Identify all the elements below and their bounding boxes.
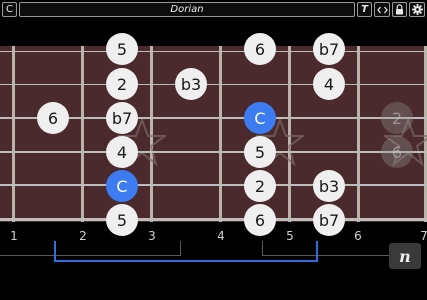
lock-icon: [396, 4, 403, 15]
note-marker[interactable]: 5: [106, 204, 138, 236]
fretboard-app: C Dorian T 5 6 b7 2 b3 4 6 b7 C 2 4 5 6 …: [0, 0, 427, 300]
note-marker[interactable]: 2: [244, 170, 276, 202]
code-button[interactable]: [374, 2, 390, 17]
note-marker[interactable]: b3: [313, 170, 345, 202]
range-tick: [262, 241, 263, 256]
note-marker[interactable]: 4: [106, 136, 138, 168]
note-marker[interactable]: 4: [313, 68, 345, 100]
scale-title-button[interactable]: Dorian: [19, 2, 355, 17]
range-tick: [180, 241, 181, 256]
range-end-handle[interactable]: [316, 241, 318, 262]
toolbar: C Dorian T: [0, 0, 427, 20]
note-marker[interactable]: b3: [175, 68, 207, 100]
note-marker[interactable]: b7: [313, 204, 345, 236]
string: [0, 151, 427, 153]
fret-number: 7: [420, 229, 427, 243]
fret-wire: [219, 46, 222, 222]
fret-number: 1: [10, 229, 18, 243]
note-marker[interactable]: 2: [106, 68, 138, 100]
string: [0, 184, 427, 186]
string: [0, 51, 427, 52]
position-range-bar[interactable]: [54, 260, 318, 262]
note-marker[interactable]: 6: [37, 102, 69, 134]
note-marker[interactable]: 5: [244, 136, 276, 168]
range-track: [262, 255, 389, 256]
fret-number: 2: [79, 229, 87, 243]
ghost-note-marker[interactable]: 2: [381, 102, 413, 134]
lock-button[interactable]: [392, 2, 407, 17]
range-start-handle[interactable]: [54, 241, 56, 262]
settings-button[interactable]: [409, 2, 425, 17]
gear-icon: [411, 4, 423, 15]
root-note-marker[interactable]: C: [106, 170, 138, 202]
string: [0, 218, 427, 221]
fret-number: 3: [148, 229, 156, 243]
key-button[interactable]: C: [2, 2, 17, 17]
range-track: [0, 255, 180, 256]
note-marker[interactable]: b7: [106, 102, 138, 134]
code-icon: [376, 6, 388, 13]
fret-wire: [81, 46, 84, 222]
note-marker[interactable]: 6: [244, 33, 276, 65]
fret-wire: [12, 46, 15, 222]
text-mode-button[interactable]: T: [357, 2, 372, 17]
root-note-marker[interactable]: C: [244, 102, 276, 134]
fretboard[interactable]: [0, 46, 427, 222]
note-marker[interactable]: b7: [313, 33, 345, 65]
fret-number: 5: [286, 229, 294, 243]
notation-toggle-button[interactable]: n: [389, 243, 421, 269]
string: [0, 84, 427, 85]
fret-number: 6: [354, 229, 362, 243]
fret-wire: [357, 46, 360, 222]
note-marker[interactable]: 6: [244, 204, 276, 236]
note-marker[interactable]: 5: [106, 33, 138, 65]
ghost-note-marker[interactable]: 6: [381, 136, 413, 168]
fret-number: 4: [217, 229, 225, 243]
